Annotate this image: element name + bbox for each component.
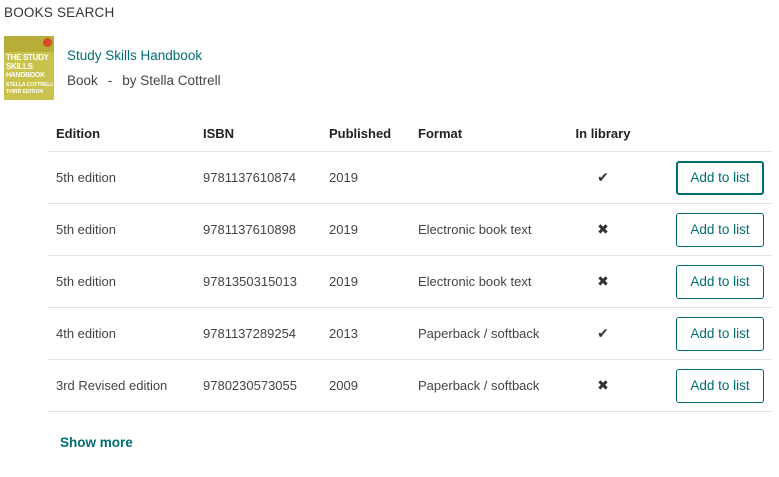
cell-in-library: ✖ [560, 255, 646, 308]
cell-published: 2019 [321, 203, 410, 256]
cell-format [410, 151, 560, 204]
add-to-list-button[interactable]: Add to list [676, 316, 764, 351]
book-type: Book [67, 73, 98, 88]
add-to-list-button[interactable]: Add to list [676, 212, 764, 247]
cell-action: Add to list [646, 203, 772, 256]
cell-format: Electronic book text [410, 255, 560, 308]
cell-in-library: ✖ [560, 359, 646, 412]
add-to-list-button[interactable]: Add to list [676, 368, 764, 403]
section-title: BOOKS SEARCH [4, 5, 115, 20]
cell-edition: 5th edition [48, 255, 195, 308]
cover-title-line-3: HANDBOOK [6, 72, 45, 79]
cell-isbn: 9781137289254 [195, 307, 321, 360]
header-actions [646, 115, 772, 152]
add-to-list-button[interactable]: Add to list [676, 160, 764, 195]
cover-badge [43, 38, 52, 47]
meta-separator: - [107, 73, 113, 88]
table-row: 3rd Revised edition 9780230573055 2009 P… [48, 359, 772, 412]
cell-isbn: 9780230573055 [195, 359, 321, 412]
cell-published: 2019 [321, 255, 410, 308]
cell-in-library: ✔ [560, 307, 646, 360]
cross-icon: ✖ [597, 221, 609, 237]
book-cover[interactable]: THE STUDY SKILLS HANDBOOK STELLA COTTREL… [4, 36, 54, 100]
header-edition: Edition [48, 115, 195, 152]
cell-format: Paperback / softback [410, 359, 560, 412]
show-more-link[interactable]: Show more [60, 435, 133, 450]
cell-published: 2019 [321, 151, 410, 204]
cover-title-line-1: THE STUDY [6, 53, 49, 62]
cell-action: Add to list [646, 307, 772, 360]
add-to-list-button[interactable]: Add to list [676, 264, 764, 299]
header-in-library: In library [560, 115, 646, 152]
cell-format: Paperback / softback [410, 307, 560, 360]
cell-isbn: 9781137610874 [195, 151, 321, 204]
header-isbn: ISBN [195, 115, 321, 152]
cell-in-library: ✔ [560, 151, 646, 204]
table-row: 5th edition 9781137610898 2019 Electroni… [48, 203, 772, 256]
cell-edition: 5th edition [48, 151, 195, 204]
cell-edition: 3rd Revised edition [48, 359, 195, 412]
cell-action: Add to list [646, 255, 772, 308]
cell-format: Electronic book text [410, 203, 560, 256]
book-title-link[interactable]: Study Skills Handbook [67, 48, 202, 63]
header-published: Published [321, 115, 410, 152]
cross-icon: ✖ [597, 273, 609, 289]
cell-in-library: ✖ [560, 203, 646, 256]
cell-isbn: 9781137610898 [195, 203, 321, 256]
cross-icon: ✖ [597, 377, 609, 393]
cover-title-line-2: SKILLS [6, 62, 33, 71]
cover-edition: THIRD EDITION [6, 89, 43, 95]
book-meta: Book - by Stella Cottrell [67, 73, 221, 88]
cell-isbn: 9781350315013 [195, 255, 321, 308]
cell-edition: 4th edition [48, 307, 195, 360]
table-row: 5th edition 9781350315013 2019 Electroni… [48, 255, 772, 308]
cell-action: Add to list [646, 151, 772, 204]
table-row: 5th edition 9781137610874 2019 ✔ Add to … [48, 151, 772, 204]
editions-table: Edition ISBN Published Format In library… [48, 115, 772, 412]
cover-author: STELLA COTTRELL [6, 82, 54, 88]
cell-action: Add to list [646, 359, 772, 412]
cell-published: 2013 [321, 307, 410, 360]
table-row: 4th edition 9781137289254 2013 Paperback… [48, 307, 772, 360]
book-author: by Stella Cottrell [122, 73, 221, 88]
cell-published: 2009 [321, 359, 410, 412]
check-icon: ✔ [597, 325, 609, 341]
header-format: Format [410, 115, 560, 152]
cell-edition: 5th edition [48, 203, 195, 256]
table-header-row: Edition ISBN Published Format In library [48, 115, 772, 152]
check-icon: ✔ [597, 169, 609, 185]
